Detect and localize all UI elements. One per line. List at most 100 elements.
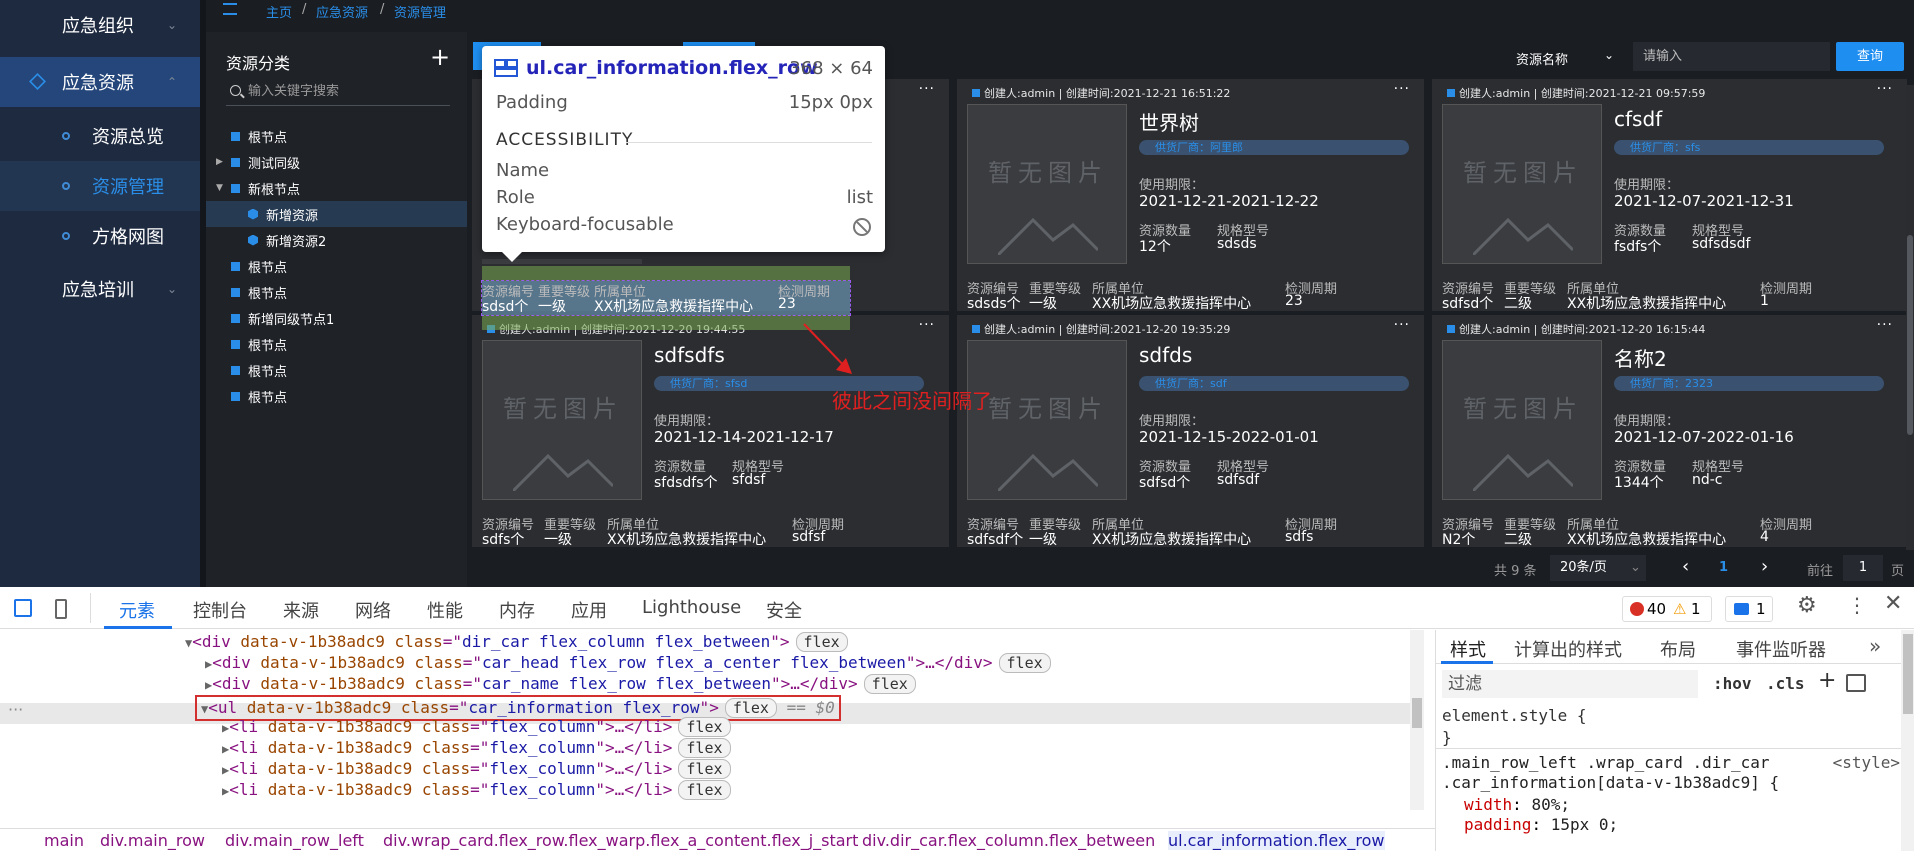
toggle-sidebar-icon[interactable] <box>1846 674 1866 692</box>
chevron-down-icon[interactable]: ⌄ <box>1604 48 1614 62</box>
tree-search-input[interactable]: 输入关键字搜索 <box>226 78 450 106</box>
flex-badge[interactable]: flex <box>998 653 1051 673</box>
flex-badge[interactable]: flex <box>795 632 848 652</box>
rule-selector[interactable]: .main_row_left .wrap_card .dir_car <box>1442 753 1770 772</box>
tab-application[interactable]: 应用 <box>571 597 607 623</box>
nav-item-resource-management[interactable]: 资源管理 <box>0 161 200 211</box>
nav-item-resource-overview[interactable]: 资源总览 <box>0 111 200 161</box>
dom-crumb[interactable]: div.main_row_left <box>225 831 364 850</box>
resource-card[interactable]: 创建人:admin | 创建时间:2021-12-21 09:57:59 ···… <box>1432 79 1907 311</box>
more-icon[interactable]: ··· <box>1394 81 1410 97</box>
dom-crumb[interactable]: div.dir_car.flex_column.flex_between <box>862 831 1155 850</box>
code-line[interactable]: ▶<li data-v-1b38adc9 class="flex_column"… <box>222 738 731 758</box>
more-icon[interactable]: ··· <box>919 81 935 97</box>
code-line[interactable]: ▼<div data-v-1b38adc9 class="dir_car fle… <box>185 632 848 652</box>
flex-badge[interactable]: flex <box>863 674 916 694</box>
nav-item-emergency-resource[interactable]: 应急资源 ⌃ <box>0 57 200 107</box>
css-declaration[interactable]: width: 80%; <box>1464 795 1570 814</box>
dom-crumb[interactable]: div.main_row <box>100 831 205 850</box>
code-line[interactable]: ▶<li data-v-1b38adc9 class="flex_column"… <box>222 780 731 800</box>
caret-right-icon[interactable]: ▶ <box>216 157 223 167</box>
tree-node[interactable]: 根节点 <box>206 357 467 383</box>
tree-node-selected[interactable]: 新增资源 <box>206 201 467 227</box>
code-line[interactable]: ▶<div data-v-1b38adc9 class="car_name fl… <box>205 674 916 694</box>
add-category-button[interactable]: + <box>430 43 450 71</box>
tree-node[interactable]: 根节点 <box>206 331 467 357</box>
next-page-button[interactable]: › <box>1761 556 1768 577</box>
inspect-element-icon[interactable] <box>14 599 32 617</box>
nav-item-grid-map[interactable]: 方格网图 <box>0 211 200 261</box>
flex-badge[interactable]: flex <box>678 780 731 800</box>
scrollbar-thumb[interactable] <box>1903 634 1913 714</box>
tree-node[interactable]: 根节点 <box>206 253 467 279</box>
flex-badge[interactable]: flex <box>678 759 731 779</box>
scrollbar-thumb[interactable] <box>1907 235 1913 435</box>
tree-node[interactable]: 根节点 <box>206 383 467 409</box>
more-icon[interactable]: ··· <box>1877 81 1893 97</box>
menu-toggle-icon[interactable] <box>223 3 237 15</box>
tab-computed[interactable]: 计算出的样式 <box>1514 636 1622 662</box>
tree-node[interactable]: ▼ 新根节点 <box>206 175 467 201</box>
hov-toggle[interactable]: :hov <box>1713 674 1752 693</box>
tree-node[interactable]: 新增同级节点1 <box>206 305 467 331</box>
tab-memory[interactable]: 内存 <box>499 597 535 623</box>
prev-page-button[interactable]: ‹ <box>1682 556 1689 577</box>
messages-counter[interactable]: 1 <box>1725 596 1773 622</box>
scrollbar-thumb[interactable] <box>1412 698 1422 728</box>
flex-badge[interactable]: flex <box>724 698 777 718</box>
dom-crumb[interactable]: div.wrap_card.flex_row.flex_warp.flex_a_… <box>383 831 858 850</box>
search-field-label[interactable]: 资源名称 <box>1516 49 1568 68</box>
device-toolbar-icon[interactable] <box>55 599 67 619</box>
scrollbar-track[interactable] <box>1906 85 1914 550</box>
breadcrumb-home[interactable]: 主页 <box>266 2 292 21</box>
tab-performance[interactable]: 性能 <box>427 597 463 623</box>
tab-security[interactable]: 安全 <box>766 597 802 623</box>
goto-page-input[interactable]: 1 <box>1843 555 1883 581</box>
dom-crumb[interactable]: main <box>44 831 84 850</box>
code-line[interactable]: ▶<li data-v-1b38adc9 class="flex_column"… <box>222 717 731 737</box>
code-line[interactable]: ▶<div data-v-1b38adc9 class="car_head fl… <box>205 653 1051 673</box>
flex-badge[interactable]: flex <box>678 738 731 758</box>
ellipsis-icon[interactable]: ··· <box>8 700 23 719</box>
current-page[interactable]: 1 <box>1719 560 1728 575</box>
rule-selector[interactable]: .car_information[data-v-1b38adc9] { <box>1442 773 1779 792</box>
element-style-rule[interactable]: element.style { <box>1442 706 1587 725</box>
tab-event-listeners[interactable]: 事件监听器 <box>1736 636 1826 662</box>
tree-node[interactable]: 新增资源2 <box>206 227 467 253</box>
issues-counter[interactable]: 40 ⚠ 1 <box>1622 596 1712 622</box>
dom-crumb-active[interactable]: ul.car_information.flex_row <box>1168 831 1385 850</box>
resource-card[interactable]: 创建人:admin | 创建时间:2021-12-20 19:35:29 ···… <box>957 315 1424 547</box>
tab-elements[interactable]: 元素 <box>119 597 155 623</box>
tab-layout[interactable]: 布局 <box>1660 636 1696 662</box>
tree-node[interactable]: 根节点 <box>206 123 467 149</box>
tab-lighthouse[interactable]: Lighthouse <box>642 597 741 618</box>
more-icon[interactable]: ··· <box>1877 317 1893 333</box>
tab-sources[interactable]: 来源 <box>283 597 319 623</box>
styles-filter-input[interactable]: 过滤 <box>1442 670 1698 698</box>
tree-node[interactable]: ▶ 测试同级 <box>206 149 467 175</box>
more-icon[interactable]: ··· <box>919 317 935 333</box>
caret-down-icon[interactable]: ▼ <box>216 183 223 193</box>
resource-card[interactable]: 创建人:admin | 创建时间:2021-12-20 16:15:44 ···… <box>1432 315 1907 547</box>
breadcrumb-level1[interactable]: 应急资源 <box>316 2 368 21</box>
tab-network[interactable]: 网络 <box>355 597 391 623</box>
chevron-double-right-icon[interactable]: » <box>1869 634 1881 658</box>
search-input[interactable]: 请输入 <box>1633 42 1830 71</box>
close-icon[interactable]: ✕ <box>1884 591 1902 616</box>
more-vertical-icon[interactable]: ⋮ <box>1847 593 1867 617</box>
styles-scrollbar[interactable] <box>1901 630 1914 851</box>
add-rule-icon[interactable]: + <box>1818 668 1836 693</box>
css-declaration[interactable]: padding: 15px 0; <box>1464 815 1618 834</box>
nav-item-emergency-org[interactable]: 应急组织 ⌄ <box>0 0 200 50</box>
nav-item-emergency-training[interactable]: 应急培训 ⌄ <box>0 264 200 314</box>
query-button[interactable]: 查询 <box>1836 42 1904 71</box>
tab-styles[interactable]: 样式 <box>1450 636 1486 662</box>
tab-console[interactable]: 控制台 <box>193 597 247 623</box>
resource-card[interactable]: 创建人:admin | 创建时间:2021-12-21 16:51:22 ···… <box>957 79 1424 311</box>
resource-card[interactable]: 创建人:admin | 创建时间:2021-12-20 19:44:55 ···… <box>472 315 949 547</box>
settings-gear-icon[interactable]: ⚙ <box>1797 593 1817 618</box>
more-icon[interactable]: ··· <box>1394 317 1410 333</box>
cls-toggle[interactable]: .cls <box>1766 674 1805 693</box>
rule-source-link[interactable]: <style> <box>1833 753 1900 772</box>
page-size-select[interactable]: 20条/页 ⌄ <box>1550 555 1646 581</box>
